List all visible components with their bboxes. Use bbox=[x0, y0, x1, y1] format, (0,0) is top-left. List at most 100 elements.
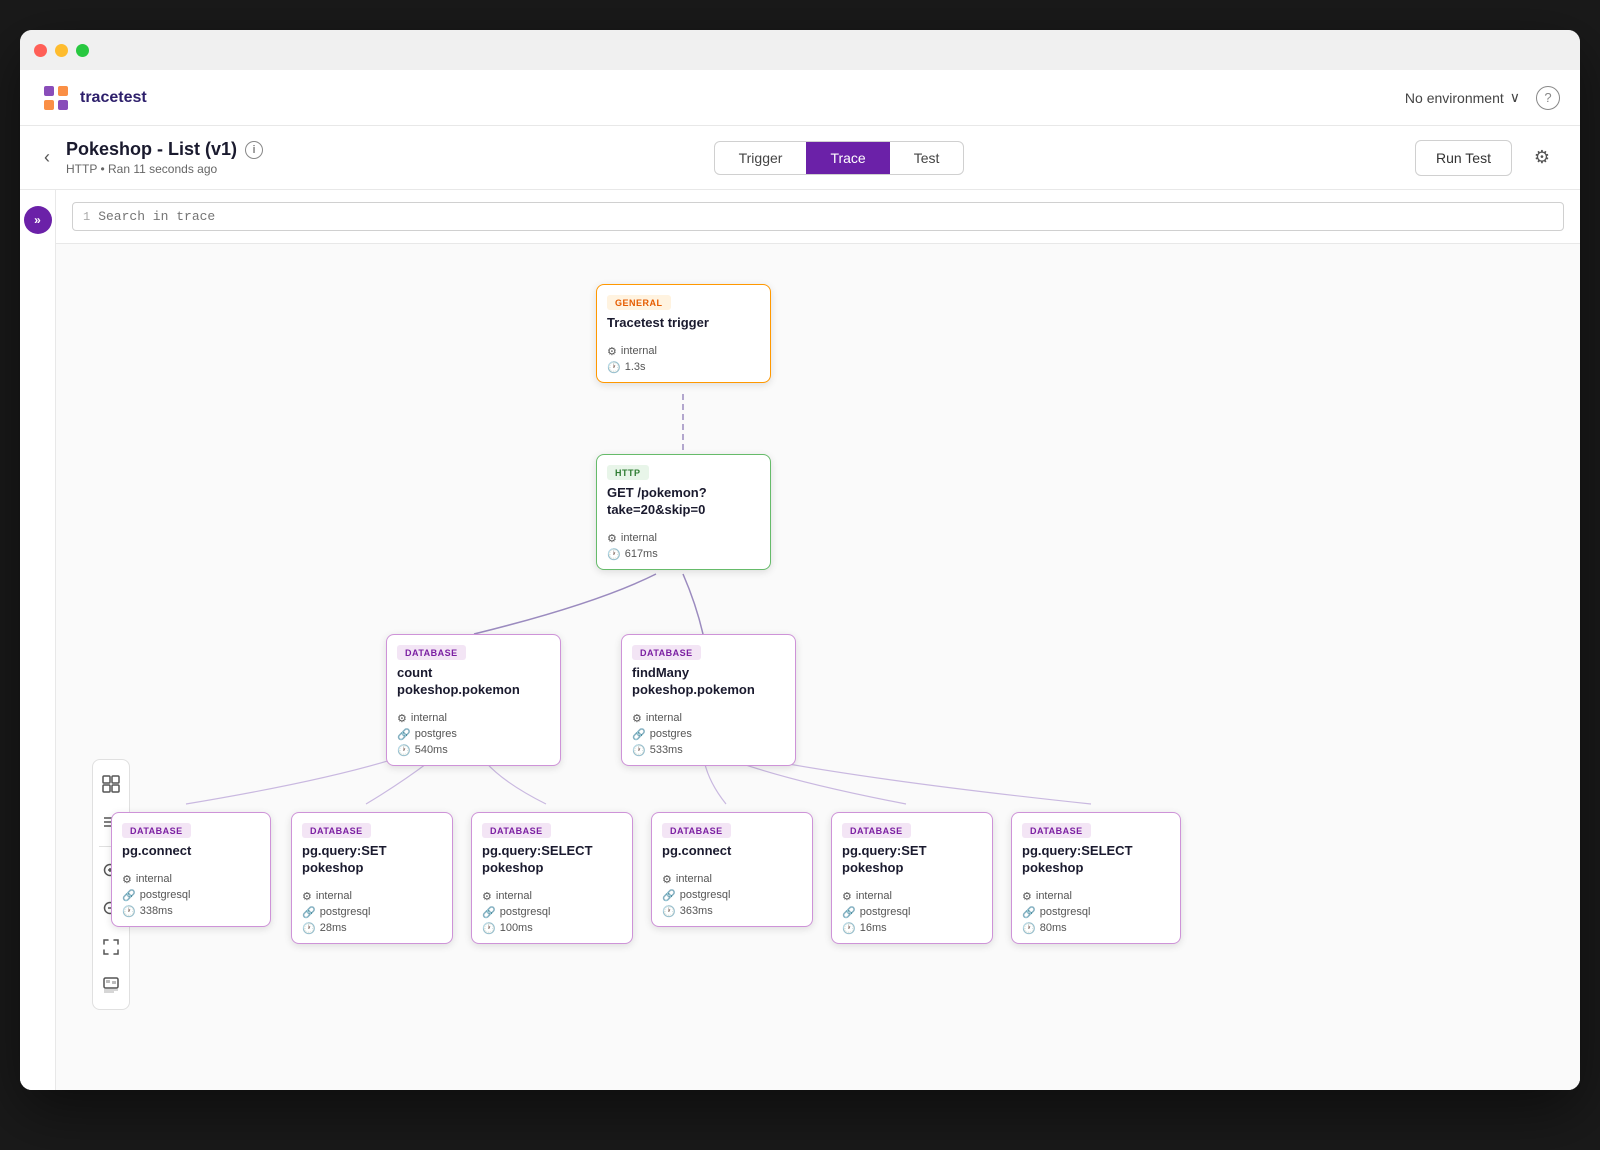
link-icon: 🔗 bbox=[662, 889, 676, 902]
tab-group: Trigger Trace Test bbox=[714, 141, 965, 175]
node-meta-time: 🕐 617ms bbox=[607, 548, 760, 561]
node-meta-db: 🔗 postgres bbox=[397, 728, 550, 741]
node-meta-db: 🔗 postgresql bbox=[122, 889, 260, 902]
info-label: i bbox=[253, 144, 256, 156]
fit-view-button[interactable] bbox=[95, 931, 127, 963]
minimize-dot[interactable] bbox=[55, 44, 68, 57]
run-test-button[interactable]: Run Test bbox=[1415, 140, 1512, 176]
gear-icon: ⚙ bbox=[842, 890, 852, 903]
node-badge-general: GENERAL bbox=[607, 295, 671, 310]
node-title: count pokeshop.pokemon bbox=[397, 665, 550, 699]
gear-icon: ⚙ bbox=[122, 873, 132, 886]
clock-icon: 🕐 bbox=[482, 922, 496, 935]
link-icon: 🔗 bbox=[842, 906, 856, 919]
node-header: DATABASE pg.connect bbox=[112, 813, 270, 866]
node-body: ⚙ internal 🔗 postgresql 🕐 16ms bbox=[832, 883, 992, 943]
node-pg-query-select-1[interactable]: DATABASE pg.query:SELECT pokeshop ⚙ inte… bbox=[471, 812, 633, 944]
help-label: ? bbox=[1544, 90, 1551, 105]
clock-icon: 🕐 bbox=[662, 905, 676, 918]
gear-icon: ⚙ bbox=[632, 712, 642, 725]
node-body: ⚙ internal 🕐 617ms bbox=[597, 525, 770, 569]
env-label: No environment bbox=[1405, 90, 1504, 106]
node-meta-internal: ⚙ internal bbox=[302, 890, 442, 903]
node-body: ⚙ internal 🔗 postgresql 🕐 28ms bbox=[292, 883, 452, 943]
graph-area[interactable]: GENERAL Tracetest trigger ⚙ internal 🕐 bbox=[56, 244, 1580, 1090]
node-meta-internal: ⚙ internal bbox=[397, 712, 550, 725]
close-dot[interactable] bbox=[34, 44, 47, 57]
node-findmany-pokemon[interactable]: DATABASE findManypokeshop.pokemon ⚙ inte… bbox=[621, 634, 796, 766]
node-pg-query-set-2[interactable]: DATABASE pg.query:SET pokeshop ⚙ interna… bbox=[831, 812, 993, 944]
clock-icon: 🕐 bbox=[607, 361, 621, 374]
tab-trigger[interactable]: Trigger bbox=[715, 142, 807, 174]
node-title: pg.query:SET pokeshop bbox=[842, 843, 982, 877]
sidebar-toggle: » bbox=[20, 190, 56, 1090]
gear-icon: ⚙ bbox=[397, 712, 407, 725]
search-bar: 1 bbox=[56, 190, 1580, 244]
node-meta-time: 🕐 338ms bbox=[122, 905, 260, 918]
node-meta-internal: ⚙ internal bbox=[607, 532, 760, 545]
node-meta-internal: ⚙ internal bbox=[482, 890, 622, 903]
back-button[interactable]: ‹ bbox=[40, 143, 54, 172]
node-pg-query-set-1[interactable]: DATABASE pg.query:SET pokeshop ⚙ interna… bbox=[291, 812, 453, 944]
page-title-text: Pokeshop - List (v1) bbox=[66, 139, 237, 160]
info-icon[interactable]: i bbox=[245, 141, 263, 159]
tab-trace[interactable]: Trace bbox=[806, 142, 889, 174]
node-http-get-pokemon[interactable]: HTTP GET /pokemon?take=20&skip=0 ⚙ inter… bbox=[596, 454, 771, 570]
settings-button[interactable]: ⚙ bbox=[1524, 140, 1560, 176]
node-meta-internal: ⚙ internal bbox=[662, 873, 802, 886]
node-pg-query-select-2[interactable]: DATABASE pg.query:SELECT pokeshop ⚙ inte… bbox=[1011, 812, 1181, 944]
node-title: pg.connect bbox=[662, 843, 802, 860]
sub-header-right: Run Test ⚙ bbox=[1415, 140, 1560, 176]
node-meta-time: 🕐 100ms bbox=[482, 922, 622, 935]
node-badge-db: DATABASE bbox=[662, 823, 731, 838]
gear-icon: ⚙ bbox=[1022, 890, 1032, 903]
node-header: DATABASE count pokeshop.pokemon bbox=[387, 635, 560, 705]
search-input-wrap: 1 bbox=[72, 202, 1564, 231]
node-tracetest-trigger[interactable]: GENERAL Tracetest trigger ⚙ internal 🕐 bbox=[596, 284, 771, 383]
grid-view-button[interactable] bbox=[95, 768, 127, 800]
node-header: DATABASE pg.query:SELECT pokeshop bbox=[1012, 813, 1180, 883]
logo-text: tracetest bbox=[80, 89, 147, 107]
node-body: ⚙ internal 🔗 postgresql 🕐 363ms bbox=[652, 866, 812, 926]
page-subtitle: HTTP • Ran 11 seconds ago bbox=[66, 162, 263, 176]
help-button[interactable]: ? bbox=[1536, 86, 1560, 110]
node-header: GENERAL Tracetest trigger bbox=[597, 285, 770, 338]
sub-header: ‹ Pokeshop - List (v1) i HTTP • Ran 11 s… bbox=[20, 126, 1580, 190]
node-meta-time: 🕐 540ms bbox=[397, 744, 550, 757]
gear-icon: ⚙ bbox=[302, 890, 312, 903]
node-body: ⚙ internal 🔗 postgresql 🕐 338ms bbox=[112, 866, 270, 926]
link-icon: 🔗 bbox=[397, 728, 411, 741]
node-meta-internal: ⚙ internal bbox=[842, 890, 982, 903]
node-header: DATABASE pg.query:SET pokeshop bbox=[292, 813, 452, 883]
node-badge-db: DATABASE bbox=[482, 823, 551, 838]
node-badge-db: DATABASE bbox=[302, 823, 371, 838]
node-badge-db: DATABASE bbox=[632, 645, 701, 660]
titlebar bbox=[20, 30, 1580, 70]
node-meta-db: 🔗 postgresql bbox=[662, 889, 802, 902]
env-selector[interactable]: No environment ∨ bbox=[1405, 89, 1520, 106]
node-meta-time: 🕐 80ms bbox=[1022, 922, 1170, 935]
graph-canvas: GENERAL Tracetest trigger ⚙ internal 🕐 bbox=[56, 244, 1580, 1004]
gear-icon: ⚙ bbox=[482, 890, 492, 903]
node-count-pokemon[interactable]: DATABASE count pokeshop.pokemon ⚙ intern… bbox=[386, 634, 561, 766]
node-pg-connect-1[interactable]: DATABASE pg.connect ⚙ internal 🔗 bbox=[111, 812, 271, 927]
main-area: » 1 bbox=[20, 190, 1580, 1090]
app-content: tracetest No environment ∨ ? ‹ Pokeshop … bbox=[20, 70, 1580, 1090]
logo-icon bbox=[40, 82, 72, 114]
link-icon: 🔗 bbox=[632, 728, 646, 741]
gear-icon: ⚙ bbox=[607, 532, 617, 545]
search-input[interactable] bbox=[98, 209, 1553, 224]
minimap-button[interactable] bbox=[95, 969, 127, 1001]
trace-content: 1 bbox=[56, 190, 1580, 1090]
link-icon: 🔗 bbox=[302, 906, 316, 919]
node-badge-db: DATABASE bbox=[842, 823, 911, 838]
tab-test[interactable]: Test bbox=[890, 142, 964, 174]
maximize-dot[interactable] bbox=[76, 44, 89, 57]
sidebar-toggle-button[interactable]: » bbox=[24, 206, 52, 234]
clock-icon: 🕐 bbox=[1022, 922, 1036, 935]
node-badge-db: DATABASE bbox=[122, 823, 191, 838]
node-pg-connect-2[interactable]: DATABASE pg.connect ⚙ internal 🔗 bbox=[651, 812, 813, 927]
node-meta-time: 🕐 28ms bbox=[302, 922, 442, 935]
navbar-right: No environment ∨ ? bbox=[1405, 86, 1560, 110]
link-icon: 🔗 bbox=[122, 889, 136, 902]
